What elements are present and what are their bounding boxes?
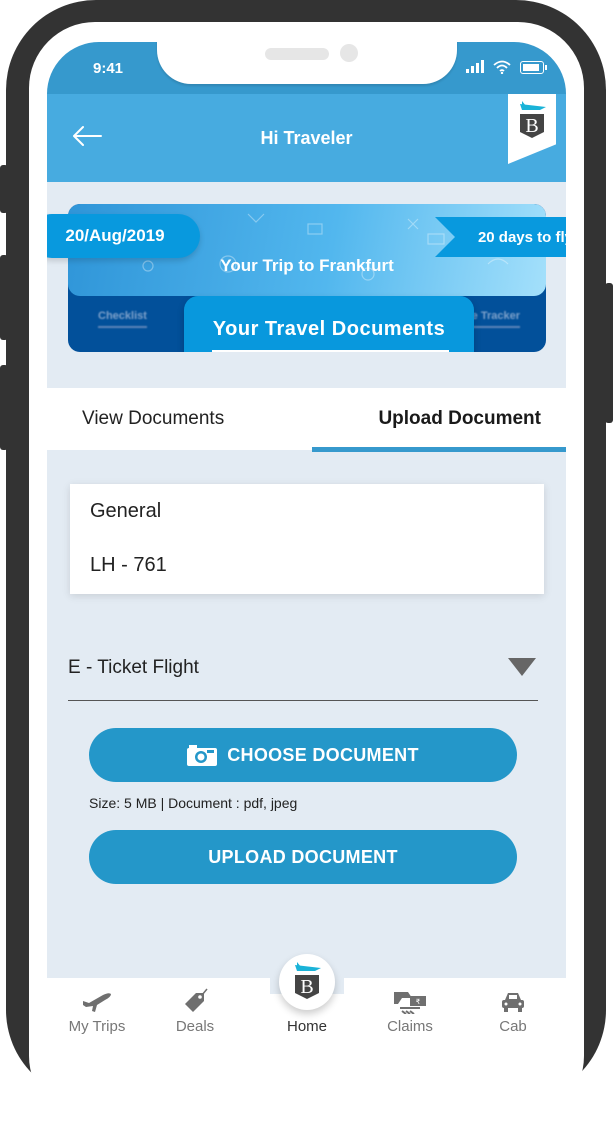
trip-title: Your Trip to Frankfurt — [220, 256, 394, 275]
document-category: General — [90, 500, 162, 522]
active-underline — [212, 350, 449, 352]
logo-icon: B — [520, 101, 546, 138]
nav-label-home: Home — [286, 1018, 327, 1035]
nav-item-my-trips[interactable]: My Trips — [57, 988, 137, 1035]
nav-label-my-trips: My Trips — [68, 1018, 126, 1035]
front-camera — [340, 44, 358, 62]
travel-documents-card[interactable]: Your Travel Documents — [184, 296, 474, 352]
nav-label-deals: Deals — [175, 1018, 215, 1035]
trip-info-card: General LH - 761 — [70, 484, 544, 594]
wifi-icon — [493, 60, 511, 74]
status-icons — [466, 60, 547, 74]
nav-item-claims[interactable]: ₹ Claims — [370, 988, 450, 1035]
upload-document-label: UPLOAD DOCUMENT — [208, 846, 398, 867]
airplane-icon — [83, 993, 111, 1012]
camera-icon — [187, 745, 218, 766]
app-header: Hi Traveler B — [47, 94, 566, 182]
page-title: Hi Traveler — [260, 128, 353, 148]
nav-item-home[interactable]: Home — [267, 988, 347, 1035]
status-time: 9:41 — [93, 60, 124, 77]
nav-item-cab[interactable]: Cab — [473, 988, 553, 1035]
volume-up-button — [0, 255, 8, 340]
power-button — [605, 283, 613, 423]
upload-document-button[interactable]: UPLOAD DOCUMENT — [89, 830, 517, 884]
document-type-value: E - Ticket Flight — [68, 657, 199, 678]
caret-down-icon — [508, 658, 536, 676]
flight-number: LH - 761 — [90, 554, 167, 576]
tab-upload-document[interactable]: Upload Document — [311, 388, 567, 452]
mute-switch — [0, 165, 8, 213]
nav-item-deals[interactable]: Deals — [155, 988, 235, 1035]
choose-document-label: CHOOSE DOCUMENT — [227, 744, 419, 765]
document-tabs: View Documents Upload Document — [47, 388, 567, 452]
svg-text:₹: ₹ — [416, 998, 421, 1006]
price-tag-icon — [185, 988, 208, 1012]
car-icon — [502, 993, 524, 1012]
bottom-nav: My Trips Deals B Home ₹ Claims Cab — [47, 954, 566, 1050]
claims-hand-money-icon: ₹ — [394, 992, 426, 1014]
speaker — [265, 48, 329, 60]
signal-icon — [466, 60, 484, 73]
travel-documents-title: Your Travel Documents — [212, 318, 446, 340]
battery-icon — [520, 60, 547, 74]
brand-logo[interactable]: B — [508, 94, 556, 164]
volume-down-button — [0, 365, 8, 450]
background-tab-checklist: Checklist — [98, 310, 147, 328]
nav-label-cab: Cab — [499, 1018, 527, 1035]
status-bar: 9:41 — [47, 42, 566, 94]
tab-view-documents[interactable]: View Documents — [47, 388, 312, 450]
svg-text:B: B — [525, 115, 538, 137]
upload-constraints-hint: Size: 5 MB | Document : pdf, jpeg — [89, 795, 298, 811]
screen: 9:41 Hi Traveler B Checklist Expense Tra… — [47, 42, 566, 1050]
nav-label-claims: Claims — [387, 1018, 433, 1035]
notch — [157, 42, 457, 84]
choose-document-button[interactable]: CHOOSE DOCUMENT — [89, 728, 517, 782]
document-type-select[interactable]: E - Ticket Flight — [68, 652, 538, 701]
trip-date-badge: 20/Aug/2019 — [47, 214, 200, 258]
